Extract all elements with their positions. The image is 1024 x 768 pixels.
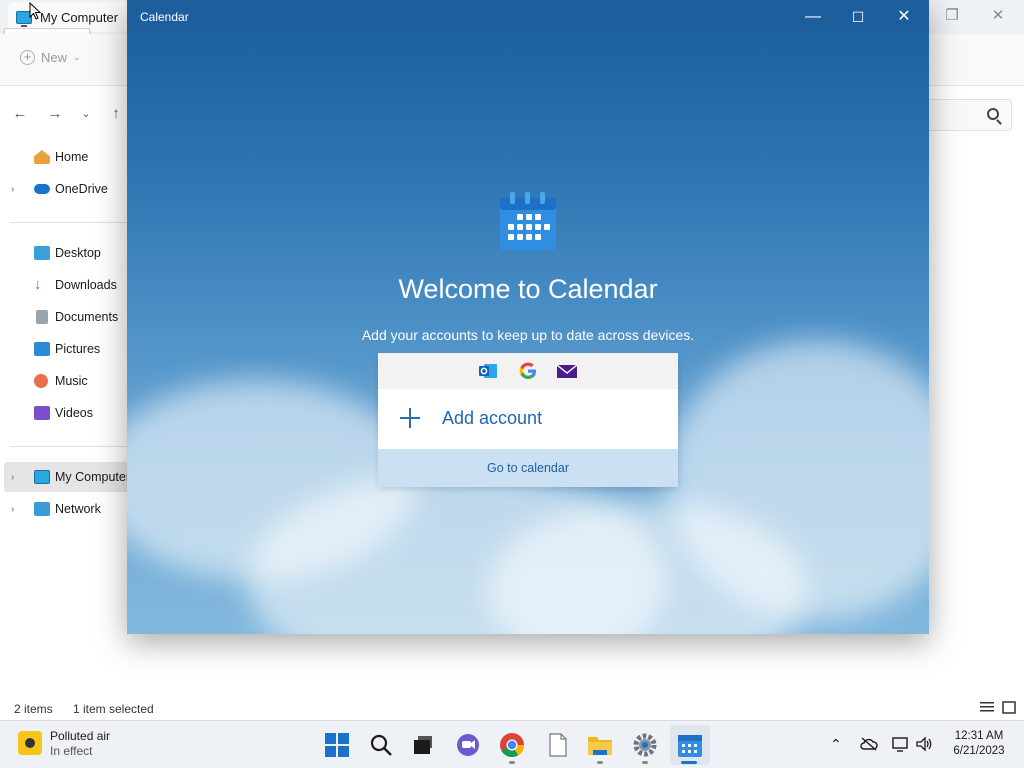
sidebar-item-label: Downloads [55,278,117,292]
navigation-pane: Home › OneDrive Desktop ↓ Downloads Docu… [0,142,130,682]
clock-time: 12:31 AM [954,730,1004,742]
search-box[interactable] [924,99,1012,131]
details-view-icon[interactable] [980,701,994,714]
weather-title: Polluted air [50,729,111,743]
selection-count: 1 item selected [73,702,154,716]
sidebar-item-label: My Computer [55,470,131,484]
close-icon[interactable]: ✕ [886,5,922,29]
chat-icon[interactable] [455,732,481,758]
mouse-cursor-icon [29,2,41,20]
chrome-icon[interactable] [499,732,525,758]
up-icon[interactable]: ↑ [106,104,126,124]
sidebar-item-music[interactable]: Music [0,366,130,396]
sidebar-item-home[interactable]: Home [0,142,130,172]
sidebar-item-label: Pictures [55,342,101,356]
status-bar: 2 items 1 item selected [0,696,1024,720]
videos-icon [34,406,50,420]
sidebar-item-label: OneDrive [55,182,108,196]
add-account-label: Add account [442,408,543,428]
active-indicator [681,761,697,764]
maximize-icon[interactable]: ☐ [840,5,876,29]
desktop-icon [34,246,50,260]
mail-icon [557,364,577,378]
sidebar-item-network[interactable]: › Network [0,494,130,524]
sidebar-item-videos[interactable]: Videos [0,398,130,428]
welcome-heading: Welcome to Calendar [398,274,658,304]
provider-strip [378,353,678,389]
running-indicator [642,761,648,764]
plus-icon [400,408,420,428]
new-label: New [41,50,68,65]
weather-text: Polluted air In effect [50,729,110,759]
sidebar-item-label: Videos [55,406,93,420]
sidebar-item-downloads[interactable]: ↓ Downloads [0,270,130,300]
pictures-icon [34,342,50,356]
account-card: Add account Go to calendar [378,353,678,487]
restore-icon[interactable]: ❐ [941,6,963,26]
calendar-window: Calendar — ☐ ✕ Welcome to Calendar Add y… [127,0,929,634]
sidebar-item-pictures[interactable]: Pictures [0,334,130,364]
taskbar: Polluted air In effect ⌃ 12:31 AM 6/21/2… [0,720,1024,768]
file-explorer-icon[interactable] [587,732,613,758]
start-icon[interactable] [324,732,350,758]
tiles-view-icon[interactable] [1002,701,1016,714]
plus-icon: + [20,50,35,65]
sidebar-item-label: Documents [55,310,119,324]
go-to-calendar-button[interactable]: Go to calendar [378,449,678,487]
forward-icon[interactable]: → [45,104,65,124]
chevron-right-icon: › [11,503,15,515]
sidebar-item-onedrive[interactable]: › OneDrive [0,174,130,204]
air-quality-icon [18,731,42,755]
network-icon [34,502,50,516]
item-count: 2 items [14,702,53,716]
calendar-logo-icon [500,192,556,250]
sidebar-item-label: Network [55,502,101,516]
music-icon [34,374,48,388]
tab-title: My Computer [40,9,119,25]
google-icon [519,362,536,379]
task-view-icon[interactable] [410,732,436,758]
search-icon[interactable] [368,732,394,758]
chevron-right-icon: › [11,471,15,483]
chevron-right-icon: › [11,183,15,195]
clock-date: 6/21/2023 [953,745,1005,757]
calendar-titlebar: Calendar — ☐ ✕ [127,0,929,33]
search-icon [987,108,999,120]
sidebar-item-documents[interactable]: Documents [0,302,130,332]
outlook-icon [479,364,497,378]
window-title: Calendar [140,10,189,24]
running-indicator [509,761,515,764]
clock[interactable]: 12:31 AM 6/21/2023 [940,729,1018,759]
settings-icon[interactable] [632,732,658,758]
sidebar-item-my-computer[interactable]: › My Computer [4,462,130,492]
onedrive-offline-icon[interactable] [860,737,878,751]
sidebar-item-label: Home [55,150,89,164]
divider [10,446,130,447]
add-account-button[interactable]: Add account [378,389,678,447]
new-button[interactable]: + New ⌄ [20,50,81,65]
sidebar-item-desktop[interactable]: Desktop [0,238,130,268]
notepad-icon[interactable] [545,732,571,758]
chevron-down-icon: ⌄ [73,52,81,62]
welcome-subtitle: Add your accounts to keep up to date acr… [361,327,695,343]
divider [10,222,130,223]
minimize-icon[interactable]: — [795,5,831,29]
network-status-icon[interactable] [892,736,910,752]
recent-chevron-icon[interactable]: ⌄ [76,104,96,124]
sidebar-item-label: Music [55,374,88,388]
back-icon[interactable]: ← [10,104,30,124]
close-icon[interactable]: ✕ [987,6,1009,26]
chevron-up-icon[interactable]: ⌃ [830,736,842,753]
sidebar-item-label: Desktop [55,246,101,260]
computer-icon [34,470,50,484]
running-indicator [597,761,603,764]
weather-subtitle: In effect [50,744,93,758]
onedrive-icon [34,184,50,194]
documents-icon [36,310,48,324]
home-icon [34,150,50,164]
volume-icon[interactable] [916,736,934,752]
downloads-icon: ↓ [34,276,42,293]
calendar-icon[interactable] [677,732,703,758]
weather-widget[interactable]: Polluted air In effect [18,729,110,759]
